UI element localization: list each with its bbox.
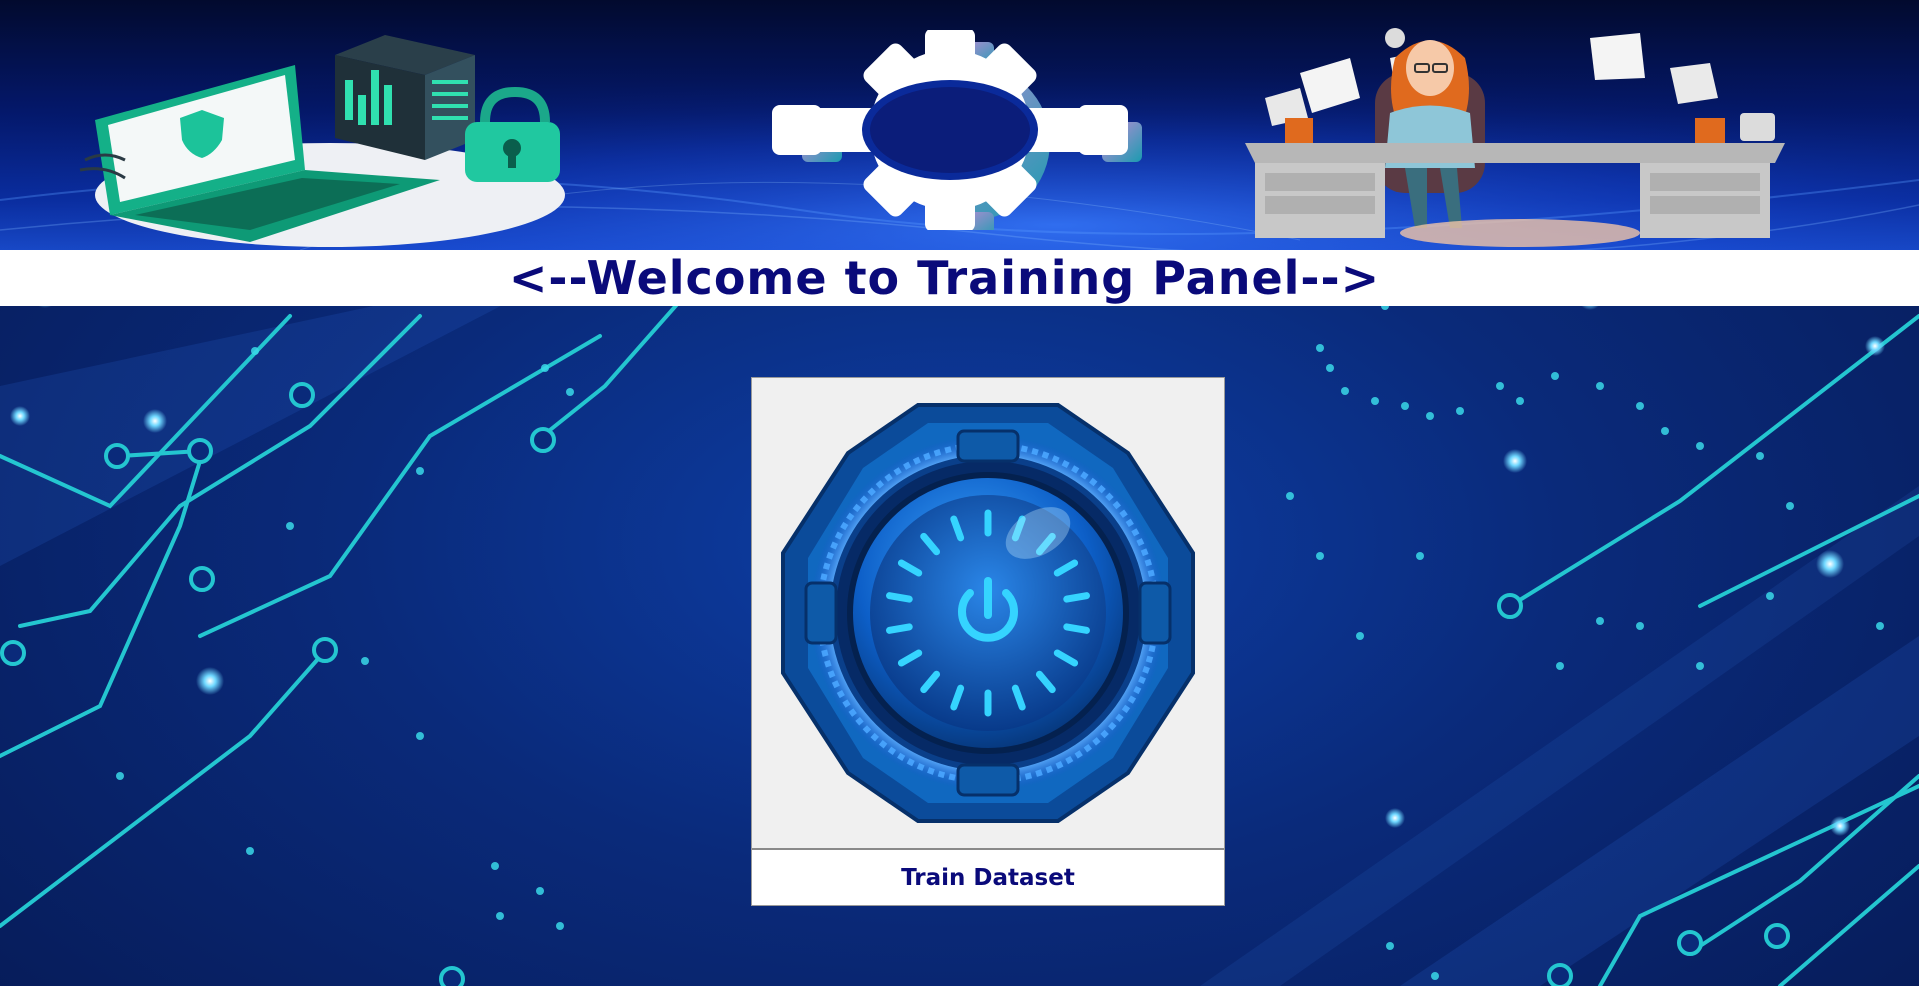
train-button-image[interactable]: [752, 378, 1224, 848]
train-button-label: Train Dataset: [901, 864, 1075, 891]
laptop-security-server-icon: [79, 35, 565, 247]
train-button-label-area[interactable]: Train Dataset: [752, 848, 1224, 905]
power-button-icon: [781, 403, 1195, 823]
page-title: <--Welcome to Training Panel-->: [508, 251, 1381, 305]
train-dataset-button[interactable]: Train Dataset: [751, 377, 1225, 906]
training-panel-window: <--Welcome to Training Panel--> Train Da…: [0, 0, 1919, 986]
header-banner: [0, 0, 1919, 250]
title-bar: <--Welcome to Training Panel-->: [0, 250, 1919, 306]
office-worker-desk-icon: [1245, 28, 1785, 247]
gear-icon: [772, 30, 1142, 230]
